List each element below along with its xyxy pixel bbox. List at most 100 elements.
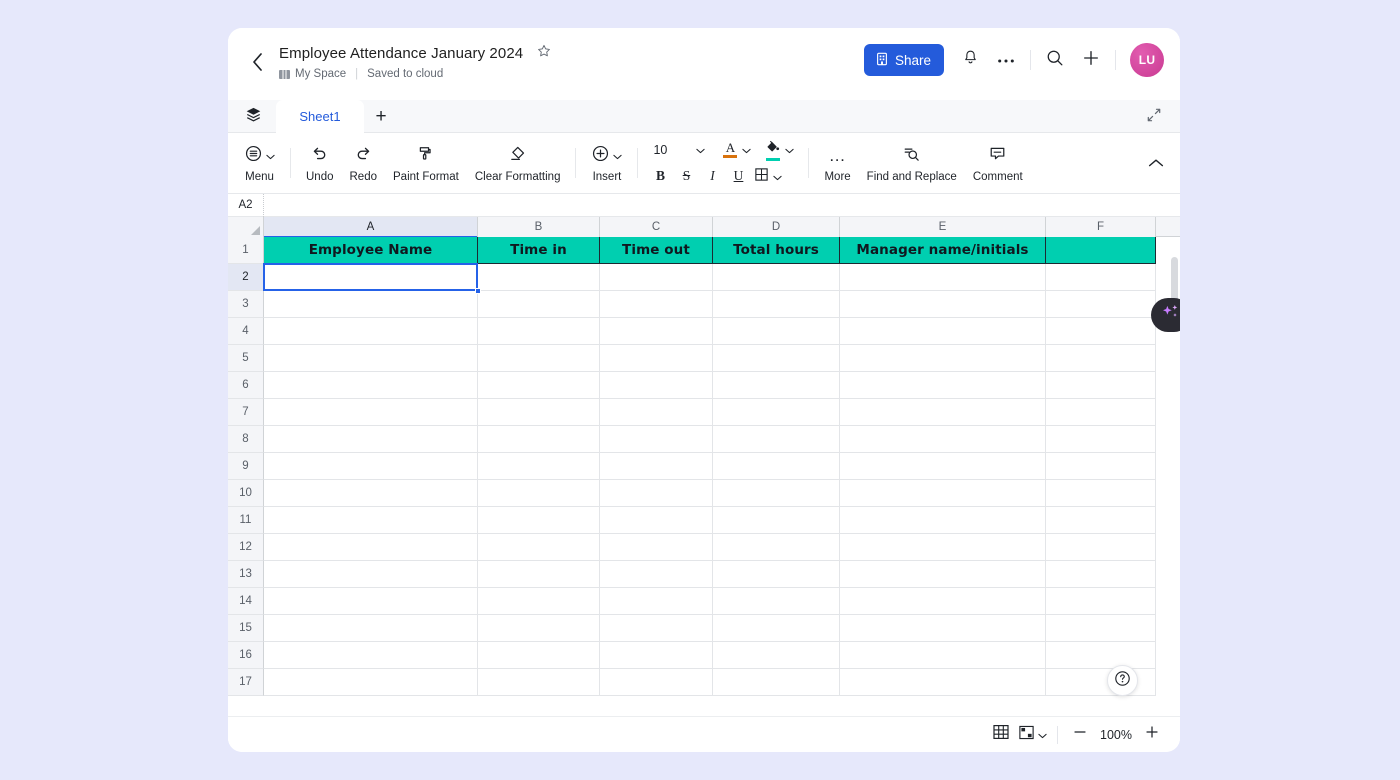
cell-B15[interactable] [478,615,600,642]
zoom-level[interactable]: 100% [1094,728,1138,742]
more-tools-button[interactable]: … More [816,137,858,189]
cell-A3[interactable] [264,291,478,318]
column-header-d[interactable]: D [713,217,840,237]
cell-C3[interactable] [600,291,713,318]
search-button[interactable] [1037,42,1073,78]
cell-E1[interactable]: Manager name/initials [840,237,1046,264]
cell-F15[interactable] [1046,615,1156,642]
cell-A16[interactable] [264,642,478,669]
cell-F2[interactable] [1046,264,1156,291]
row-header-3[interactable]: 3 [228,291,264,318]
cell-A15[interactable] [264,615,478,642]
cell-A10[interactable] [264,480,478,507]
cell-D16[interactable] [713,642,840,669]
cell-F3[interactable] [1046,291,1156,318]
cell-A8[interactable] [264,426,478,453]
cell-F11[interactable] [1046,507,1156,534]
bold-button[interactable]: B [647,164,673,188]
ai-assistant-button[interactable] [1151,298,1180,332]
add-button[interactable] [1073,42,1109,78]
cell-D11[interactable] [713,507,840,534]
cell-C6[interactable] [600,372,713,399]
cell-A2[interactable] [264,264,478,291]
cell-F5[interactable] [1046,345,1156,372]
cell-E16[interactable] [840,642,1046,669]
cell-C13[interactable] [600,561,713,588]
cell-A1[interactable]: Employee Name [264,237,478,264]
cell-D12[interactable] [713,534,840,561]
clear-formatting-button[interactable]: Clear Formatting [467,137,569,189]
cell-D3[interactable] [713,291,840,318]
cell-B8[interactable] [478,426,600,453]
row-header-10[interactable]: 10 [228,480,264,507]
cell-F6[interactable] [1046,372,1156,399]
cell-D4[interactable] [713,318,840,345]
cell-B11[interactable] [478,507,600,534]
expand-view-button[interactable] [1142,105,1166,129]
comment-button[interactable]: Comment [965,137,1031,189]
cell-C16[interactable] [600,642,713,669]
row-header-9[interactable]: 9 [228,453,264,480]
cell-F14[interactable] [1046,588,1156,615]
zoom-out-button[interactable] [1066,721,1094,749]
help-button[interactable] [1107,665,1138,696]
cell-C5[interactable] [600,345,713,372]
row-header-8[interactable]: 8 [228,426,264,453]
column-header-e[interactable]: E [840,217,1046,237]
fill-color-button[interactable] [763,138,796,162]
cell-E3[interactable] [840,291,1046,318]
cell-E4[interactable] [840,318,1046,345]
page-title[interactable]: Employee Attendance January 2024 [279,45,523,62]
column-header-a[interactable]: A [264,217,478,238]
borders-button[interactable] [751,164,785,188]
cell-F8[interactable] [1046,426,1156,453]
cell-F9[interactable] [1046,453,1156,480]
back-button[interactable] [244,49,270,75]
cell-D6[interactable] [713,372,840,399]
space-link[interactable]: My Space [295,68,346,80]
find-replace-button[interactable]: Find and Replace [859,137,965,189]
freeze-panes-button[interactable] [1015,721,1049,749]
row-header-1[interactable]: 1 [228,237,264,264]
cell-F10[interactable] [1046,480,1156,507]
cell-E8[interactable] [840,426,1046,453]
cell-B10[interactable] [478,480,600,507]
row-header-6[interactable]: 6 [228,372,264,399]
cell-D5[interactable] [713,345,840,372]
cell-E10[interactable] [840,480,1046,507]
row-header-4[interactable]: 4 [228,318,264,345]
row-header-2[interactable]: 2 [228,264,264,291]
cell-D7[interactable] [713,399,840,426]
cell-F13[interactable] [1046,561,1156,588]
row-header-7[interactable]: 7 [228,399,264,426]
cell-B2[interactable] [478,264,600,291]
cell-D17[interactable] [713,669,840,696]
cell-E7[interactable] [840,399,1046,426]
cell-B4[interactable] [478,318,600,345]
row-header-16[interactable]: 16 [228,642,264,669]
column-header-c[interactable]: C [600,217,713,237]
notifications-button[interactable] [952,42,988,78]
add-sheet-button[interactable]: + [368,104,394,130]
cell-F1[interactable] [1046,237,1156,264]
cell-B3[interactable] [478,291,600,318]
cell-F16[interactable] [1046,642,1156,669]
tab-sheet1[interactable]: Sheet1 [276,100,364,133]
cell-B12[interactable] [478,534,600,561]
font-size-select[interactable]: 10 [647,138,709,162]
select-all-corner[interactable] [228,217,264,237]
cell-B16[interactable] [478,642,600,669]
grid-view-button[interactable] [987,721,1015,749]
cell-A14[interactable] [264,588,478,615]
cell-D10[interactable] [713,480,840,507]
cell-D1[interactable]: Total hours [713,237,840,264]
cell-B1[interactable]: Time in [478,237,600,264]
cell-C17[interactable] [600,669,713,696]
column-header-f[interactable]: F [1046,217,1156,237]
cell-B13[interactable] [478,561,600,588]
cell-E5[interactable] [840,345,1046,372]
cell-C9[interactable] [600,453,713,480]
row-header-14[interactable]: 14 [228,588,264,615]
cell-E11[interactable] [840,507,1046,534]
cell-E6[interactable] [840,372,1046,399]
